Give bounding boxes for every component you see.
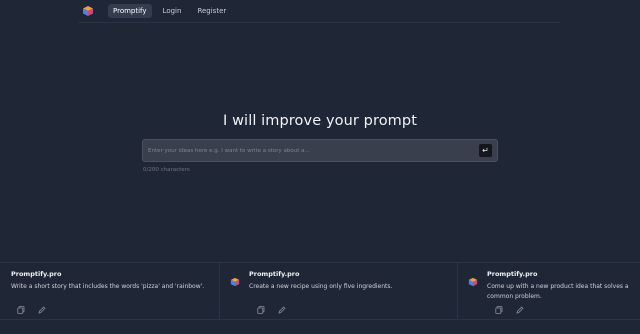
card-title: Promptify.pro <box>487 270 538 278</box>
copy-icon[interactable] <box>495 306 503 314</box>
enter-icon: ↵ <box>482 146 489 155</box>
top-nav: Promptify Login Register <box>78 0 560 23</box>
card-title: Promptify.pro <box>11 270 62 278</box>
card-description: Come up with a new product idea that sol… <box>487 283 629 300</box>
edit-icon[interactable] <box>516 306 524 314</box>
prompt-input[interactable] <box>148 144 468 158</box>
cube-logo-icon[interactable] <box>82 5 94 17</box>
page-title: I will improve your prompt <box>223 113 417 129</box>
card-description: Write a short story that includes the wo… <box>11 283 205 290</box>
nav-promptify[interactable]: Promptify <box>108 4 152 18</box>
page: Promptify Login Register I will improve … <box>0 0 640 334</box>
example-cards: Promptify.pro Write a short story that i… <box>0 262 640 320</box>
character-counter: 0/200 characters <box>143 167 190 173</box>
card-actions <box>17 306 46 314</box>
copy-icon[interactable] <box>257 306 265 314</box>
cube-logo-icon <box>468 272 478 287</box>
example-card-1[interactable]: Promptify.pro Write a short story that i… <box>0 262 220 320</box>
edit-icon[interactable] <box>38 306 46 314</box>
card-description: Create a new recipe using only five ingr… <box>249 283 393 290</box>
submit-button[interactable]: ↵ <box>479 144 492 157</box>
card-title: Promptify.pro <box>249 270 300 278</box>
nav-register[interactable]: Register <box>192 4 231 18</box>
card-actions <box>495 306 524 314</box>
card-actions <box>257 306 286 314</box>
cube-logo-icon <box>230 272 240 287</box>
copy-icon[interactable] <box>17 306 25 314</box>
prompt-box: ↵ <box>142 139 498 162</box>
edit-icon[interactable] <box>278 306 286 314</box>
example-card-2[interactable]: Promptify.pro Create a new recipe using … <box>220 262 458 320</box>
example-card-3[interactable]: Promptify.pro Come up with a new product… <box>458 262 640 320</box>
nav-login[interactable]: Login <box>158 4 187 18</box>
